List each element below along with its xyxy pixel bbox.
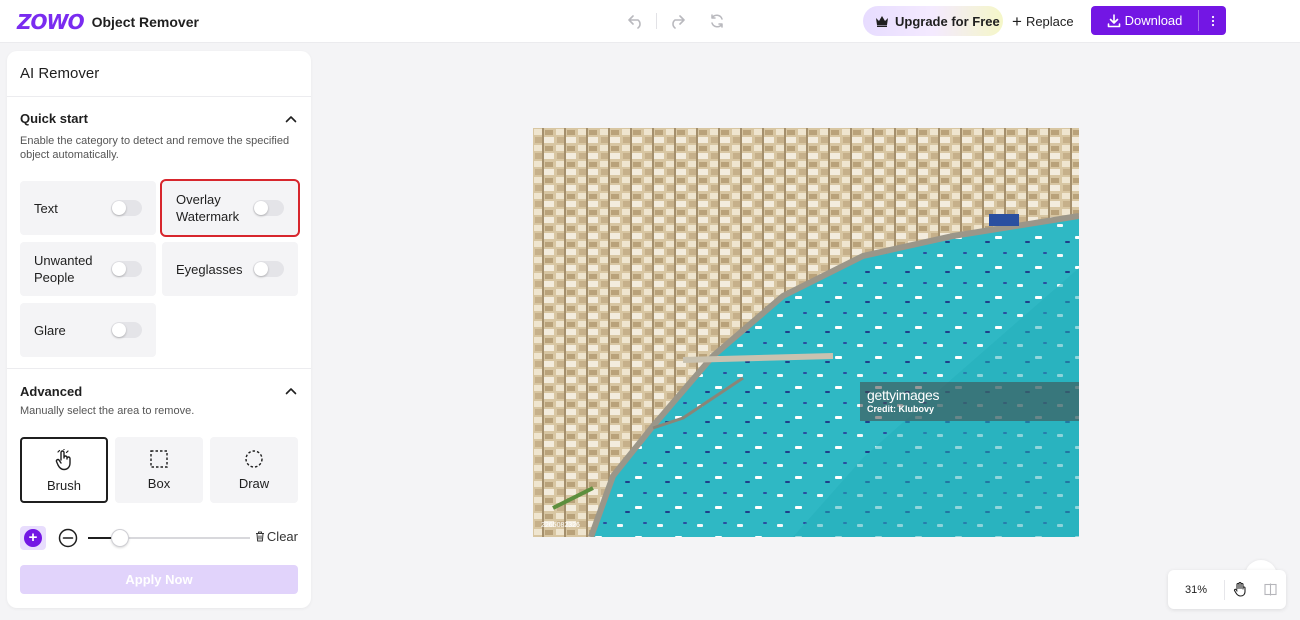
history-separator bbox=[656, 13, 657, 29]
compare-button[interactable] bbox=[1255, 583, 1285, 596]
category-label: Eyeglasses bbox=[176, 261, 243, 277]
tool-label: Box bbox=[147, 476, 171, 491]
hand-pointer-icon bbox=[55, 449, 71, 471]
panel-divider bbox=[7, 368, 311, 369]
panel-title: AI Remover bbox=[20, 65, 100, 82]
panel-divider bbox=[7, 96, 311, 97]
brush-size-row: + Clear bbox=[20, 526, 298, 550]
lasso-icon bbox=[245, 450, 263, 468]
compare-icon bbox=[1263, 583, 1277, 596]
apply-now-button[interactable]: Apply Now bbox=[20, 565, 298, 594]
tool-label: Draw bbox=[238, 476, 270, 491]
crown-icon bbox=[876, 16, 888, 27]
zoom-level[interactable]: 31% bbox=[1168, 584, 1224, 596]
photo-canvas[interactable]: gettyimages Credit: Klubovy 2265082326 bbox=[533, 128, 1079, 537]
plus-circle-icon: + bbox=[24, 529, 42, 547]
upgrade-button[interactable]: Upgrade for Free bbox=[863, 6, 1003, 36]
category-overlay-watermark: Overlay Watermark bbox=[160, 179, 300, 237]
harbor-photo bbox=[533, 128, 1079, 537]
redo-button[interactable] bbox=[665, 10, 689, 32]
replace-label: Replace bbox=[1025, 13, 1074, 29]
pan-button[interactable] bbox=[1225, 582, 1255, 597]
watermark-brand: gettyimages bbox=[867, 387, 940, 403]
category-eyeglasses: Eyeglasses bbox=[162, 242, 298, 296]
ai-remover-panel: AI Remover Quick start Enable the catego… bbox=[7, 51, 311, 608]
draw-tool-button[interactable]: Draw bbox=[210, 437, 298, 503]
app-name: Object Remover bbox=[91, 14, 199, 30]
erase-mode-icon[interactable] bbox=[58, 528, 78, 548]
redo-icon bbox=[672, 15, 685, 29]
quick-start-description: Enable the category to detect and remove… bbox=[20, 135, 290, 161]
overlay-watermark-toggle[interactable] bbox=[253, 200, 284, 216]
category-label: Unwanted People bbox=[34, 253, 93, 285]
box-select-icon bbox=[150, 450, 168, 468]
upgrade-label: Upgrade for Free bbox=[895, 13, 1000, 29]
add-mode-button[interactable]: + bbox=[20, 526, 46, 550]
download-group: Download bbox=[1091, 6, 1226, 35]
watermark-credit: Credit: Klubovy bbox=[867, 404, 935, 414]
zoom-controls: 31% bbox=[1168, 570, 1286, 609]
undo-button[interactable] bbox=[624, 10, 648, 32]
clear-button[interactable]: Clear bbox=[255, 529, 298, 544]
category-label: Glare bbox=[34, 322, 66, 338]
download-icon bbox=[1107, 13, 1120, 27]
watermark-overlay: gettyimages Credit: Klubovy bbox=[860, 382, 1079, 421]
advanced-description: Manually select the area to remove. bbox=[20, 405, 195, 417]
text-toggle[interactable] bbox=[111, 200, 142, 216]
advanced-title: Advanced bbox=[20, 384, 83, 399]
replace-button[interactable]: + Replace bbox=[1012, 6, 1074, 36]
reset-icon bbox=[711, 14, 723, 28]
plus-icon: + bbox=[1012, 11, 1022, 31]
tool-label: Brush bbox=[47, 478, 81, 493]
image-id: 2265082326 bbox=[541, 522, 580, 529]
logo[interactable]: ZOWO Object Remover bbox=[17, 10, 199, 34]
quick-start-title: Quick start bbox=[20, 111, 88, 126]
category-text: Text bbox=[20, 181, 156, 235]
undo-icon bbox=[628, 15, 641, 29]
hand-icon bbox=[1233, 582, 1246, 597]
reset-button[interactable] bbox=[705, 10, 729, 32]
brush-size-slider[interactable] bbox=[88, 529, 250, 547]
slider-thumb[interactable] bbox=[111, 529, 129, 547]
category-label: Overlay Watermark bbox=[176, 192, 240, 224]
eyeglasses-toggle[interactable] bbox=[253, 261, 284, 277]
category-glare: Glare bbox=[20, 303, 156, 357]
advanced-collapse-icon[interactable] bbox=[285, 387, 297, 395]
download-more-button[interactable] bbox=[1199, 6, 1226, 35]
download-button[interactable]: Download bbox=[1091, 6, 1198, 35]
category-unwanted-people: Unwanted People bbox=[20, 242, 156, 296]
unwanted-people-toggle[interactable] bbox=[111, 261, 142, 277]
brush-tool-button[interactable]: Brush bbox=[20, 437, 108, 503]
logo-mark: ZOWO bbox=[17, 10, 85, 34]
category-label: Text bbox=[34, 200, 58, 216]
quick-start-collapse-icon[interactable] bbox=[285, 115, 297, 123]
more-vertical-icon bbox=[1211, 15, 1214, 26]
box-tool-button[interactable]: Box bbox=[115, 437, 203, 503]
top-bar: ZOWO Object Remover Upgrade for Free + R… bbox=[0, 0, 1300, 43]
trash-icon bbox=[255, 531, 264, 542]
clear-label: Clear bbox=[266, 529, 298, 544]
history-controls bbox=[624, 10, 729, 32]
download-label: Download bbox=[1124, 13, 1183, 28]
glare-toggle[interactable] bbox=[111, 322, 142, 338]
